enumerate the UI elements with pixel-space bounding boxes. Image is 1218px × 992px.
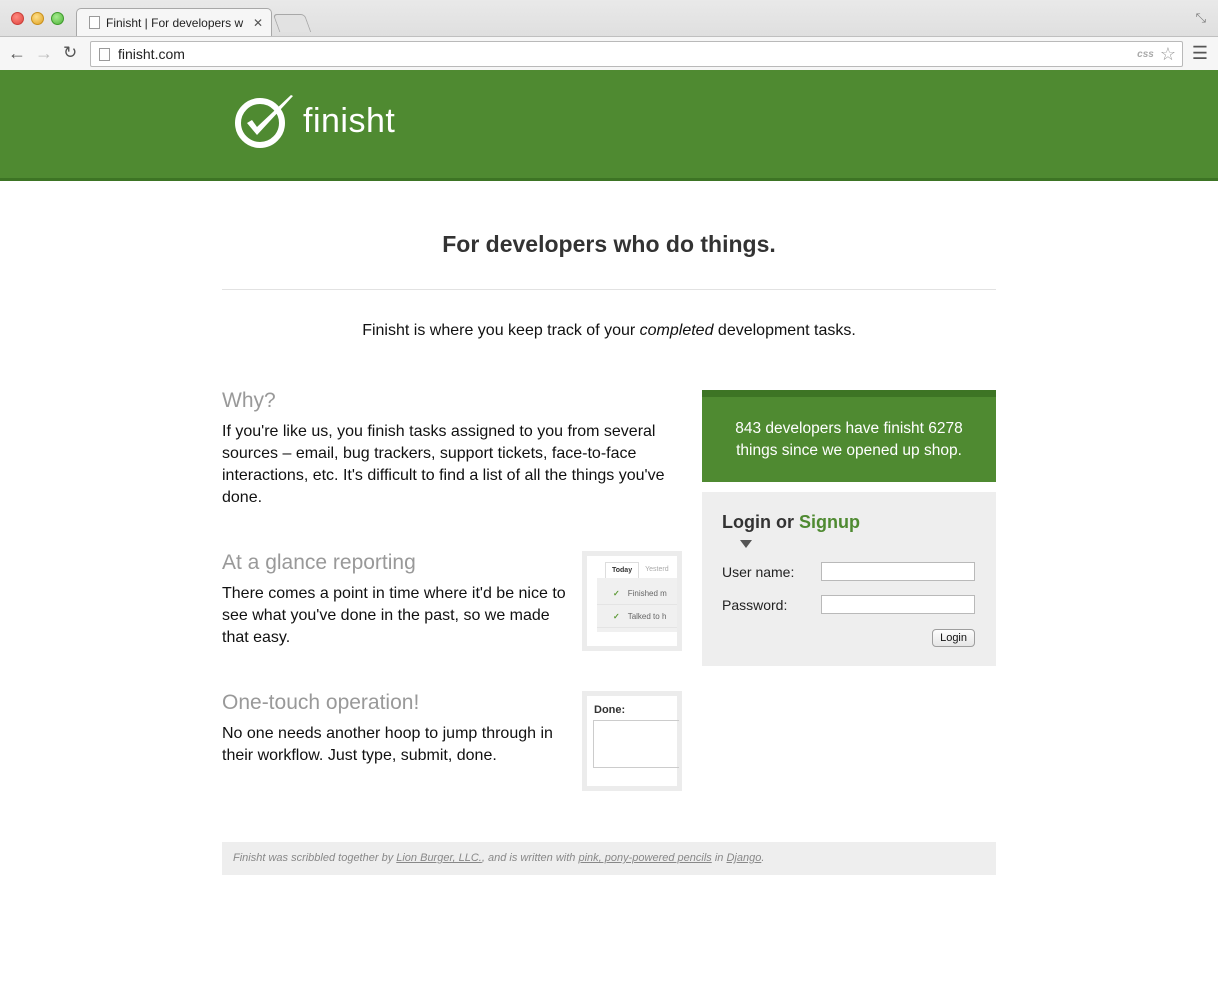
browser-toolbar: ← → ↻ finisht.com css ☆ ☰ (0, 36, 1218, 70)
feature-title: One-touch operation! (222, 691, 420, 714)
browser-tab[interactable]: Finisht | For developers w ✕ (76, 8, 272, 36)
logo-text: finisht (303, 101, 396, 140)
login-actions: Login (722, 628, 976, 647)
password-row: Password: (722, 595, 976, 614)
done-screenshot: Done: (582, 691, 682, 791)
login-title: Login or Signup (722, 512, 976, 533)
thumb-tab-yesterday: Yesterd (645, 566, 669, 573)
login-panel: Login or Signup User name: Password: Log… (702, 492, 996, 666)
signup-tab[interactable]: Signup (799, 512, 860, 532)
check-icon: ✓ (613, 589, 620, 598)
feature-why: Why? If you're like us, you finish tasks… (222, 389, 682, 509)
feature-one-touch: One-touch operation! No one needs anothe… (222, 691, 567, 767)
thumb-row-text: Finished m (627, 589, 667, 598)
password-label: Password: (722, 596, 788, 613)
logo[interactable]: finisht (233, 92, 395, 150)
footer: Finisht was scribbled together by Lion B… (222, 842, 996, 875)
username-label: User name: (722, 563, 795, 580)
checkmark-logo-icon (235, 95, 293, 148)
footer-text: Finisht was scribbled together by (233, 852, 397, 864)
tagline-text-end: development tasks. (713, 322, 856, 339)
username-row: User name: (722, 562, 976, 581)
main-content: For developers who do things. Finisht is… (222, 181, 996, 875)
footer-link-django[interactable]: Django (726, 852, 761, 864)
thumb-done-box (593, 720, 679, 768)
footer-text: , and is written with (481, 852, 579, 864)
back-icon[interactable]: ← (8, 42, 26, 64)
thumb-row-text: Talked to h (627, 612, 667, 621)
maximize-window-button[interactable] (51, 12, 64, 25)
login-tab[interactable]: Login (722, 512, 771, 532)
caret-down-icon (740, 540, 752, 548)
feature-text: There comes a point in time where it'd b… (222, 585, 566, 646)
username-input[interactable] (821, 562, 975, 581)
list-item: ✓ Finished m (597, 582, 677, 605)
browser-chrome: Finisht | For developers w ✕ ⤡ ← → ↻ fin… (0, 0, 1218, 70)
minimize-window-button[interactable] (31, 12, 44, 25)
feature-title: Why? (222, 389, 276, 412)
tab-title: Finisht | For developers w (106, 15, 244, 30)
reporting-screenshot: Today Yesterd ✓ Finished m ✓ Talked to h (582, 551, 682, 651)
password-input[interactable] (821, 595, 975, 614)
footer-link-pencils[interactable]: pink, pony-powered pencils (578, 852, 711, 864)
tagline-text: Finisht is where you keep track of your (362, 322, 640, 339)
tab-close-icon[interactable]: ✕ (253, 16, 263, 30)
feature-reporting: At a glance reporting There comes a poin… (222, 551, 567, 649)
list-item: ✓ Talked to h (597, 605, 677, 628)
login-button[interactable]: Login (932, 629, 975, 647)
stats-banner: 843 developers have finisht 6278 things … (702, 390, 996, 482)
tagline: Finisht is where you keep track of your … (222, 322, 996, 340)
url-text[interactable]: finisht.com (118, 46, 1137, 62)
css-badge[interactable]: css (1137, 49, 1154, 60)
thumb-done-label: Done: (594, 704, 626, 716)
site-header: finisht (0, 70, 1218, 181)
footer-link-lion-burger[interactable]: Lion Burger, LLC. (396, 852, 482, 864)
login-or: or (770, 512, 799, 532)
divider (222, 289, 996, 290)
fullscreen-icon[interactable]: ⤡ (1196, 10, 1206, 26)
check-icon: ✓ (613, 612, 620, 621)
star-icon[interactable]: ☆ (1160, 44, 1176, 65)
close-window-button[interactable] (11, 12, 24, 25)
page-icon (89, 16, 100, 29)
new-tab-button[interactable] (272, 14, 312, 32)
thumb-tab-today: Today (605, 562, 640, 578)
forward-icon[interactable]: → (35, 42, 53, 64)
footer-text: . (761, 852, 765, 864)
page-title: For developers who do things. (442, 231, 776, 257)
thumb-list: ✓ Finished m ✓ Talked to h (597, 578, 677, 632)
feature-title: At a glance reporting (222, 551, 416, 574)
feature-text: No one needs another hoop to jump throug… (222, 725, 553, 764)
footer-text: in (711, 852, 727, 864)
address-bar[interactable]: finisht.com css ☆ (90, 41, 1183, 67)
menu-icon[interactable]: ☰ (1192, 43, 1208, 64)
reload-icon[interactable]: ↻ (63, 42, 77, 64)
tagline-emphasis: completed (639, 322, 714, 339)
page-icon (99, 47, 110, 61)
thumb-tabs: Today Yesterd (605, 562, 677, 578)
feature-text: If you're like us, you finish tasks assi… (222, 423, 665, 506)
